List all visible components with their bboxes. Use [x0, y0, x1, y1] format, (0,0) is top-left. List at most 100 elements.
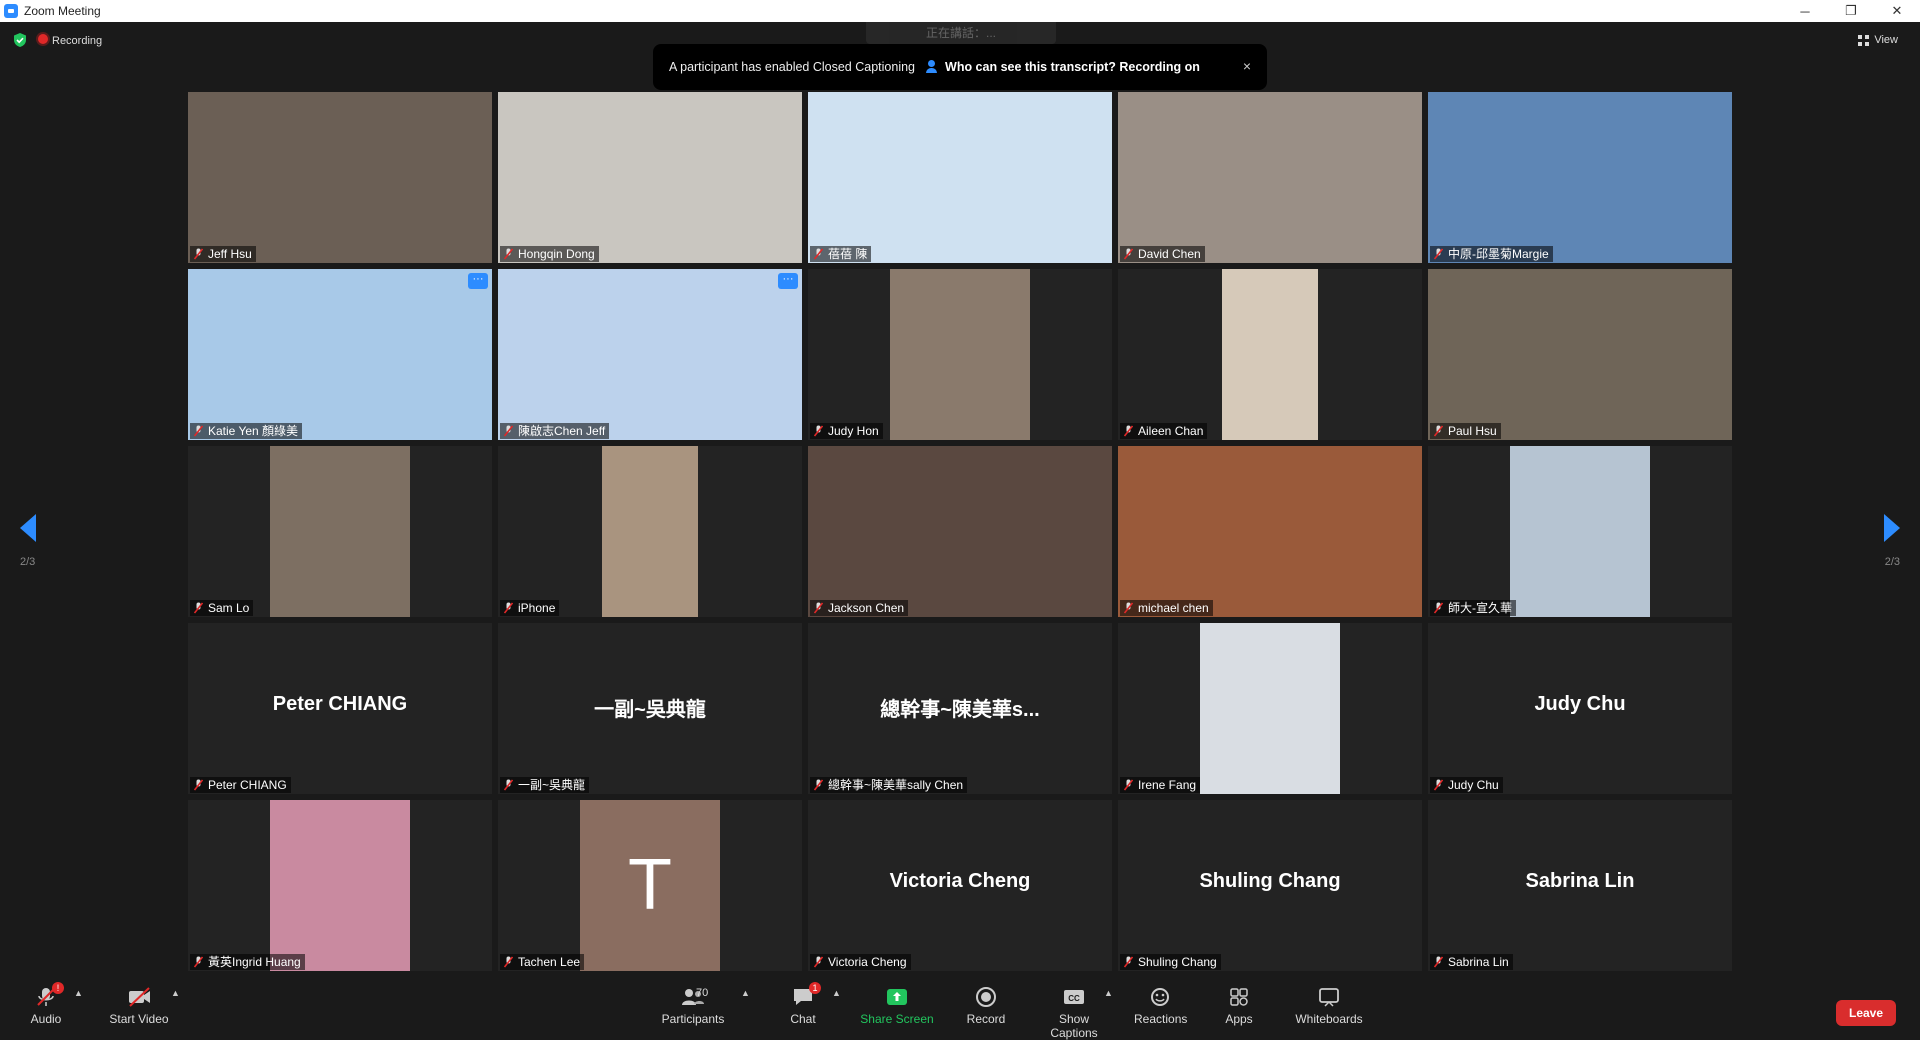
close-window-button[interactable]: ✕ — [1874, 0, 1920, 22]
participant-video — [1428, 92, 1732, 263]
whiteboards-button[interactable]: Whiteboards — [1294, 986, 1364, 1026]
participant-name-label: Irene Fang — [1120, 777, 1201, 793]
participant-video — [808, 446, 1112, 617]
muted-mic-icon — [1434, 602, 1443, 614]
next-page-arrow-icon[interactable] — [1884, 514, 1900, 542]
participant-tile[interactable]: 總幹事~陳美華s... 總幹事~陳美華sally Chen — [808, 623, 1112, 794]
apps-button[interactable]: Apps — [1222, 986, 1256, 1026]
participant-name: 黃英Ingrid Huang — [208, 955, 301, 969]
view-button[interactable]: View — [1858, 34, 1898, 46]
participant-tile[interactable]: T Tachen Lee — [498, 800, 802, 971]
tile-more-options-button[interactable]: ··· — [468, 273, 488, 289]
minimize-button[interactable]: ─ — [1782, 0, 1828, 22]
participant-tile[interactable]: iPhone — [498, 446, 802, 617]
participant-tile[interactable]: Sam Lo — [188, 446, 492, 617]
participant-tile[interactable]: 一副~吳典龍 一副~吳典龍 — [498, 623, 802, 794]
window-controls: ─ ❐ ✕ — [1782, 0, 1920, 22]
participant-tile[interactable]: 蓓蓓 陳 — [808, 92, 1112, 263]
show-captions-label: Show Captions — [1050, 1012, 1098, 1040]
participant-name: Irene Fang — [1138, 778, 1197, 792]
tile-more-options-button[interactable]: ··· — [778, 273, 798, 289]
participant-tile[interactable]: Judy Hon — [808, 269, 1112, 440]
participant-display-name: 總幹事~陳美華s... — [880, 699, 1040, 721]
participant-name-label: Aileen Chan — [1120, 423, 1208, 439]
participant-tile[interactable]: Aileen Chan — [1118, 269, 1422, 440]
audio-options-caret-icon[interactable]: ▲ — [74, 988, 83, 998]
participant-name: Jeff Hsu — [208, 247, 252, 261]
participant-name: 師大-宣久華 — [1448, 601, 1512, 615]
grid-view-icon — [1858, 34, 1870, 46]
show-captions-button[interactable]: CC Show Captions — [1034, 986, 1114, 1040]
reactions-smiley-icon — [1148, 986, 1172, 1008]
participant-tile[interactable]: Judy Chu Judy Chu — [1428, 623, 1732, 794]
start-video-button[interactable]: Start Video — [106, 986, 172, 1026]
participant-display-name: Shuling Chang — [1199, 870, 1341, 892]
record-button[interactable]: Record — [964, 986, 1008, 1026]
share-screen-button[interactable]: Share Screen — [860, 986, 934, 1026]
participant-name: Sam Lo — [208, 601, 250, 615]
view-label: View — [1874, 34, 1898, 46]
muted-mic-icon — [1434, 779, 1443, 791]
record-icon — [974, 986, 998, 1008]
transcript-visibility-link[interactable]: Who can see this transcript? Recording o… — [925, 60, 1200, 74]
participant-tile[interactable]: 師大-宣久華 — [1428, 446, 1732, 617]
participant-tile[interactable]: Jeff Hsu — [188, 92, 492, 263]
participant-tile[interactable]: Sabrina Lin Sabrina Lin — [1428, 800, 1732, 971]
previous-page-arrow-icon[interactable] — [20, 514, 36, 542]
avatar: T — [580, 800, 720, 971]
participant-name: 中原-邱墨菊Margie — [1448, 247, 1549, 261]
chat-button[interactable]: 1 Chat — [786, 982, 821, 1026]
participant-tile[interactable]: Peter CHIANG Peter CHIANG — [188, 623, 492, 794]
participants-options-caret-icon[interactable]: ▲ — [741, 988, 750, 998]
participant-name: Katie Yen 顏綠美 — [208, 424, 299, 438]
participant-display-name: Judy Chu — [1534, 693, 1626, 715]
participant-tile[interactable]: michael chen — [1118, 446, 1422, 617]
recording-indicator[interactable]: Recording — [38, 33, 102, 47]
audio-alert-badge: ! — [52, 982, 64, 994]
video-options-caret-icon[interactable]: ▲ — [171, 988, 180, 998]
participant-display-name: Victoria Cheng — [889, 870, 1031, 892]
microphone-muted-icon: ! — [34, 982, 64, 1008]
restore-button[interactable]: ❐ — [1828, 0, 1874, 22]
recording-dot-icon — [38, 33, 48, 44]
chat-options-caret-icon[interactable]: ▲ — [832, 988, 841, 998]
participants-button[interactable]: 70 Participants — [658, 986, 728, 1026]
muted-mic-icon — [814, 248, 823, 260]
participant-tile[interactable]: Irene Fang — [1118, 623, 1422, 794]
security-shield-icon[interactable] — [12, 32, 28, 48]
participant-name: 總幹事~陳美華sally Chen — [828, 778, 964, 792]
muted-mic-icon — [1124, 602, 1133, 614]
muted-mic-icon — [1124, 779, 1133, 791]
participant-name-label: 蓓蓓 陳 — [810, 246, 872, 262]
participant-tile[interactable]: ··· Katie Yen 顏綠美 — [188, 269, 492, 440]
participant-tile[interactable]: 黃英Ingrid Huang — [188, 800, 492, 971]
muted-mic-icon — [504, 956, 513, 968]
participant-tile[interactable]: Victoria Cheng Victoria Cheng — [808, 800, 1112, 971]
participant-tile[interactable]: 中原-邱墨菊Margie — [1428, 92, 1732, 263]
reactions-button[interactable]: Reactions — [1134, 986, 1187, 1026]
window-title: Zoom Meeting — [24, 4, 101, 18]
participant-name: Hongqin Dong — [518, 247, 595, 261]
muted-mic-icon — [194, 248, 203, 260]
active-speaker-hint: 正在講話：... — [866, 22, 1056, 44]
participant-name-label: Tachen Lee — [500, 954, 585, 970]
participant-name-label: Hongqin Dong — [500, 246, 599, 262]
participant-video — [188, 92, 492, 263]
audio-button[interactable]: ! Audio — [28, 982, 64, 1026]
participant-name: Judy Hon — [828, 424, 879, 438]
close-banner-icon[interactable]: × — [1243, 58, 1251, 74]
muted-mic-icon — [1124, 956, 1133, 968]
record-label: Record — [966, 1012, 1006, 1026]
participant-tile[interactable]: ··· 陳啟志Chen Jeff — [498, 269, 802, 440]
participant-name-label: Judy Hon — [810, 423, 883, 439]
participant-tile[interactable]: Paul Hsu — [1428, 269, 1732, 440]
participant-tile[interactable]: Shuling Chang Shuling Chang — [1118, 800, 1422, 971]
participant-tile[interactable]: Hongqin Dong — [498, 92, 802, 263]
leave-button[interactable]: Leave — [1836, 1000, 1896, 1026]
participant-tile[interactable]: Jackson Chen — [808, 446, 1112, 617]
participant-display-name: 一副~吳典龍 — [594, 699, 706, 721]
muted-mic-icon — [1434, 956, 1443, 968]
captions-options-caret-icon[interactable]: ▲ — [1104, 988, 1113, 998]
participant-tile[interactable]: David Chen — [1118, 92, 1422, 263]
participant-video — [498, 92, 802, 263]
